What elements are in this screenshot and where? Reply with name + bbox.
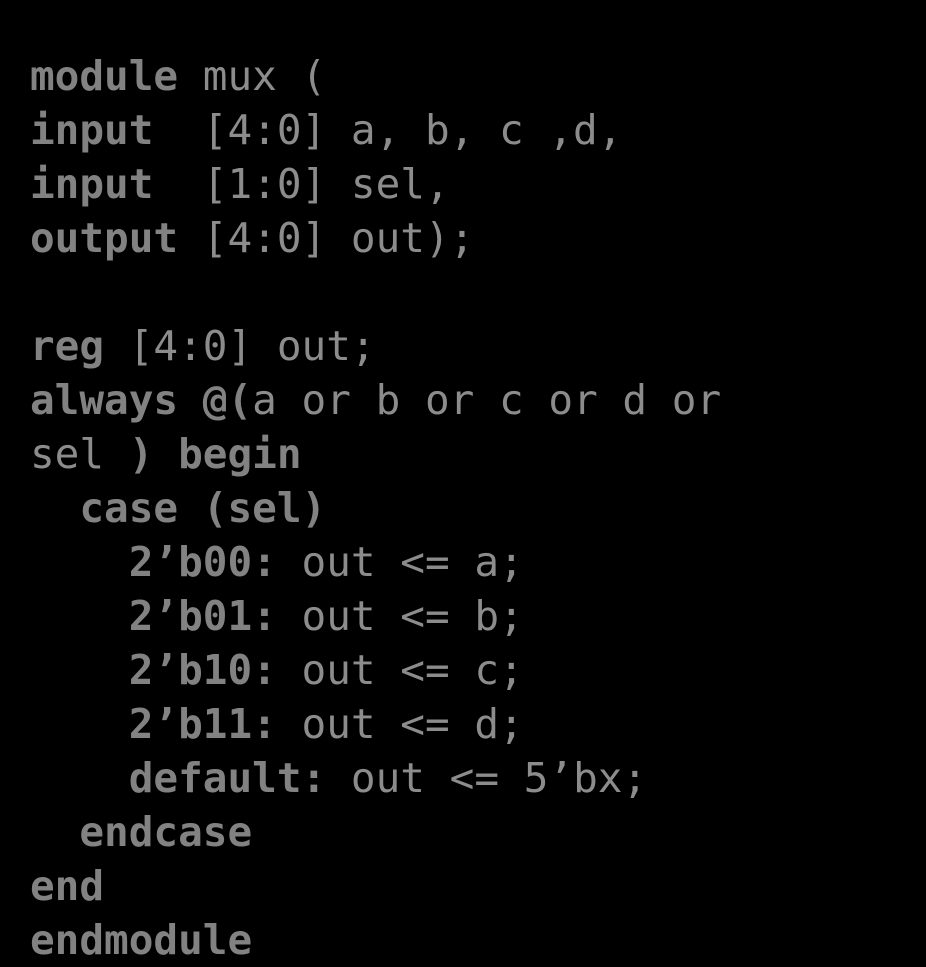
code-line: output [4:0] out);	[30, 211, 926, 265]
code-line: default: out <= 5’bx;	[30, 751, 926, 805]
code-line: case (sel)	[30, 481, 926, 535]
code-keyword: 2’b11:	[128, 700, 277, 748]
code-keyword: input	[30, 160, 154, 208]
code-keyword: reg	[30, 322, 105, 370]
code-line: 2’b10: out <= c;	[30, 643, 926, 697]
verilog-code-block[interactable]: module mux (input [4:0] a, b, c ,d, input…	[30, 49, 926, 967]
code-text: out <= a;	[276, 538, 524, 586]
code-text: mux (	[178, 52, 327, 100]
code-keyword: case (sel)	[79, 484, 327, 532]
code-text: out <= c;	[276, 646, 524, 694]
code-line: sel ) begin	[30, 427, 926, 481]
code-keyword: 2’b01:	[128, 592, 277, 640]
code-text: [4:0] out);	[178, 214, 475, 262]
code-line: always @(a or b or c or d or	[30, 373, 926, 427]
code-keyword: 2’b10:	[128, 646, 277, 694]
code-text: [1:0] sel,	[153, 160, 450, 208]
code-line: endcase	[30, 805, 926, 859]
code-text: sel	[30, 430, 129, 478]
code-line: module mux (	[30, 49, 926, 103]
code-line: 2’b01: out <= b;	[30, 589, 926, 643]
code-text: out <= d;	[276, 700, 524, 748]
code-keyword: default:	[128, 754, 327, 802]
code-text: out <= b;	[276, 592, 524, 640]
code-line: input [4:0] a, b, c ,d,	[30, 103, 926, 157]
code-line: 2’b00: out <= a;	[30, 535, 926, 589]
code-text: [4:0] out;	[104, 322, 376, 370]
code-keyword: module	[30, 52, 179, 100]
code-keyword: input	[30, 106, 154, 154]
code-keyword: 2’b00:	[128, 538, 277, 586]
code-line: 2’b11: out <= d;	[30, 697, 926, 751]
code-line: endmodule	[30, 913, 926, 967]
code-slide: module mux (input [4:0] a, b, c ,d, input…	[0, 0, 926, 964]
code-keyword: ) begin	[128, 430, 302, 478]
code-keyword: always	[30, 376, 179, 424]
code-keyword: endmodule	[30, 916, 253, 964]
code-text: a or b or c or d or	[252, 376, 722, 424]
code-keyword: @(	[202, 376, 253, 424]
code-line: reg [4:0] out;	[30, 319, 926, 373]
code-text: [4:0] a, b, c ,d,	[153, 106, 623, 154]
code-keyword: output	[30, 214, 179, 262]
code-text: out <= 5’bx;	[326, 754, 648, 802]
code-keyword: endcase	[79, 808, 253, 856]
code-line: input [1:0] sel,	[30, 157, 926, 211]
code-keyword: end	[30, 862, 105, 910]
code-line: end	[30, 859, 926, 913]
